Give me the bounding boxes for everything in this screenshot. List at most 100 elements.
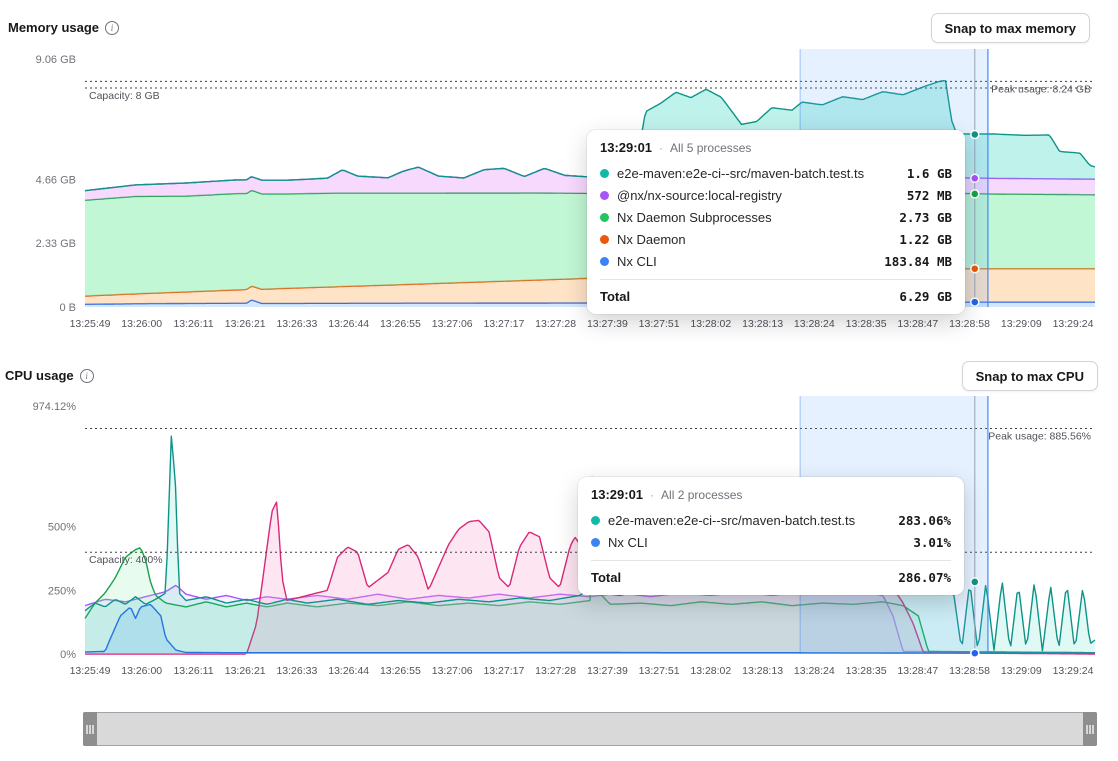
tooltip-subtitle: All 2 processes (661, 488, 742, 502)
series-name: Nx Daemon Subprocesses (617, 210, 891, 225)
series-value: 2.73 GB (899, 210, 952, 225)
cpu-tooltip: 13:29:01 · All 2 processes e2e-maven:e2e… (578, 477, 964, 595)
svg-text:13:25:49: 13:25:49 (70, 318, 111, 330)
tooltip-row: @nx/nx-source:local-registry 572 MB (600, 184, 952, 206)
snap-to-max-cpu-button[interactable]: Snap to max CPU (962, 361, 1098, 391)
svg-text:13:26:21: 13:26:21 (225, 318, 266, 330)
svg-text:13:26:33: 13:26:33 (276, 318, 317, 330)
tooltip-header: 13:29:01 · All 2 processes (591, 487, 951, 502)
series-name: Nx CLI (608, 535, 905, 550)
svg-text:13:26:11: 13:26:11 (173, 318, 213, 330)
svg-text:500%: 500% (48, 522, 76, 534)
tooltip-row: e2e-maven:e2e-ci--src/maven-batch.test.t… (591, 509, 951, 531)
svg-text:9.06 GB: 9.06 GB (36, 54, 76, 66)
svg-text:Peak usage: 8.24 GB: Peak usage: 8.24 GB (991, 83, 1091, 95)
svg-text:Capacity: 8 GB: Capacity: 8 GB (89, 90, 160, 102)
scrollbar-right-handle[interactable] (1083, 712, 1097, 746)
tooltip-row: Nx CLI 183.84 MB (600, 250, 952, 272)
svg-text:13:28:47: 13:28:47 (897, 665, 938, 677)
total-label: Total (600, 289, 899, 304)
series-dot (591, 516, 600, 525)
svg-text:4.66 GB: 4.66 GB (36, 174, 76, 186)
memory-section-header: Memory usage i (8, 20, 119, 35)
series-name: e2e-maven:e2e-ci--src/maven-batch.test.t… (608, 513, 890, 528)
svg-text:13:26:55: 13:26:55 (380, 318, 421, 330)
svg-text:13:26:00: 13:26:00 (121, 665, 162, 677)
series-name: Nx Daemon (617, 232, 891, 247)
svg-text:13:27:51: 13:27:51 (639, 665, 680, 677)
timeline-scrollbar[interactable] (83, 712, 1097, 746)
svg-text:13:26:55: 13:26:55 (380, 665, 421, 677)
svg-text:2.33 GB: 2.33 GB (36, 238, 76, 250)
svg-text:13:26:21: 13:26:21 (225, 665, 266, 677)
cpu-section-header: CPU usage i (5, 368, 94, 383)
svg-text:0%: 0% (60, 649, 76, 661)
tooltip-row: Nx Daemon Subprocesses 2.73 GB (600, 206, 952, 228)
svg-text:13:27:39: 13:27:39 (587, 318, 628, 330)
snap-to-max-memory-button[interactable]: Snap to max memory (931, 13, 1091, 43)
tooltip-total-row: Total 286.07% (591, 560, 951, 585)
svg-text:13:26:11: 13:26:11 (173, 665, 213, 677)
svg-text:250%: 250% (48, 585, 76, 597)
series-name: Nx CLI (617, 254, 876, 269)
tooltip-header: 13:29:01 · All 5 processes (600, 140, 952, 155)
scrollbar-left-handle[interactable] (83, 712, 97, 746)
memory-tooltip: 13:29:01 · All 5 processes e2e-maven:e2e… (587, 130, 965, 314)
svg-text:0 B: 0 B (59, 302, 76, 314)
series-value: 1.6 GB (907, 166, 952, 181)
memory-title: Memory usage (8, 20, 99, 35)
svg-text:13:28:13: 13:28:13 (742, 665, 783, 677)
svg-text:13:27:39: 13:27:39 (587, 665, 628, 677)
tooltip-time: 13:29:01 (591, 487, 643, 502)
series-dot (600, 213, 609, 222)
total-value: 6.29 GB (899, 289, 952, 304)
series-value: 283.06% (898, 513, 951, 528)
svg-text:13:28:47: 13:28:47 (897, 318, 938, 330)
series-value: 183.84 MB (884, 254, 952, 269)
tooltip-separator: · (659, 141, 663, 155)
svg-text:13:28:02: 13:28:02 (690, 665, 731, 677)
svg-text:13:29:24: 13:29:24 (1053, 318, 1094, 330)
svg-text:13:28:24: 13:28:24 (794, 665, 835, 677)
svg-text:13:28:13: 13:28:13 (742, 318, 783, 330)
total-value: 286.07% (898, 570, 951, 585)
series-name: @nx/nx-source:local-registry (617, 188, 899, 203)
svg-text:13:27:17: 13:27:17 (483, 318, 524, 330)
series-dot (591, 538, 600, 547)
info-icon[interactable]: i (80, 369, 94, 383)
tooltip-row: e2e-maven:e2e-ci--src/maven-batch.test.t… (600, 162, 952, 184)
grip-icon (89, 725, 91, 734)
series-dot (600, 191, 609, 200)
series-dot (600, 257, 609, 266)
svg-text:13:28:02: 13:28:02 (690, 318, 731, 330)
svg-text:13:27:17: 13:27:17 (483, 665, 524, 677)
svg-text:13:26:00: 13:26:00 (121, 318, 162, 330)
svg-text:13:28:35: 13:28:35 (846, 318, 887, 330)
tooltip-row: Nx Daemon 1.22 GB (600, 228, 952, 250)
svg-text:Capacity: 400%: Capacity: 400% (89, 554, 163, 566)
svg-text:13:26:44: 13:26:44 (328, 665, 369, 677)
process-profiler-page: Memory usage i Snap to max memory 9.06 G… (0, 0, 1118, 761)
series-dot (600, 169, 609, 178)
tooltip-time: 13:29:01 (600, 140, 652, 155)
series-name: e2e-maven:e2e-ci--src/maven-batch.test.t… (617, 166, 899, 181)
svg-text:13:28:24: 13:28:24 (794, 318, 835, 330)
svg-text:13:25:49: 13:25:49 (70, 665, 111, 677)
svg-text:13:27:06: 13:27:06 (432, 318, 473, 330)
svg-text:13:29:09: 13:29:09 (1001, 318, 1042, 330)
svg-text:974.12%: 974.12% (33, 401, 77, 413)
info-icon[interactable]: i (105, 21, 119, 35)
tooltip-subtitle: All 5 processes (670, 141, 751, 155)
cpu-title: CPU usage (5, 368, 74, 383)
svg-text:13:26:33: 13:26:33 (276, 665, 317, 677)
tooltip-separator: · (650, 488, 654, 502)
svg-text:13:27:06: 13:27:06 (432, 665, 473, 677)
svg-text:13:29:24: 13:29:24 (1053, 665, 1094, 677)
svg-text:Peak usage: 885.56%: Peak usage: 885.56% (988, 431, 1091, 443)
svg-text:13:27:28: 13:27:28 (535, 318, 576, 330)
series-value: 572 MB (907, 188, 952, 203)
series-value: 3.01% (913, 535, 951, 550)
series-dot (600, 235, 609, 244)
tooltip-row: Nx CLI 3.01% (591, 531, 951, 553)
total-label: Total (591, 570, 898, 585)
